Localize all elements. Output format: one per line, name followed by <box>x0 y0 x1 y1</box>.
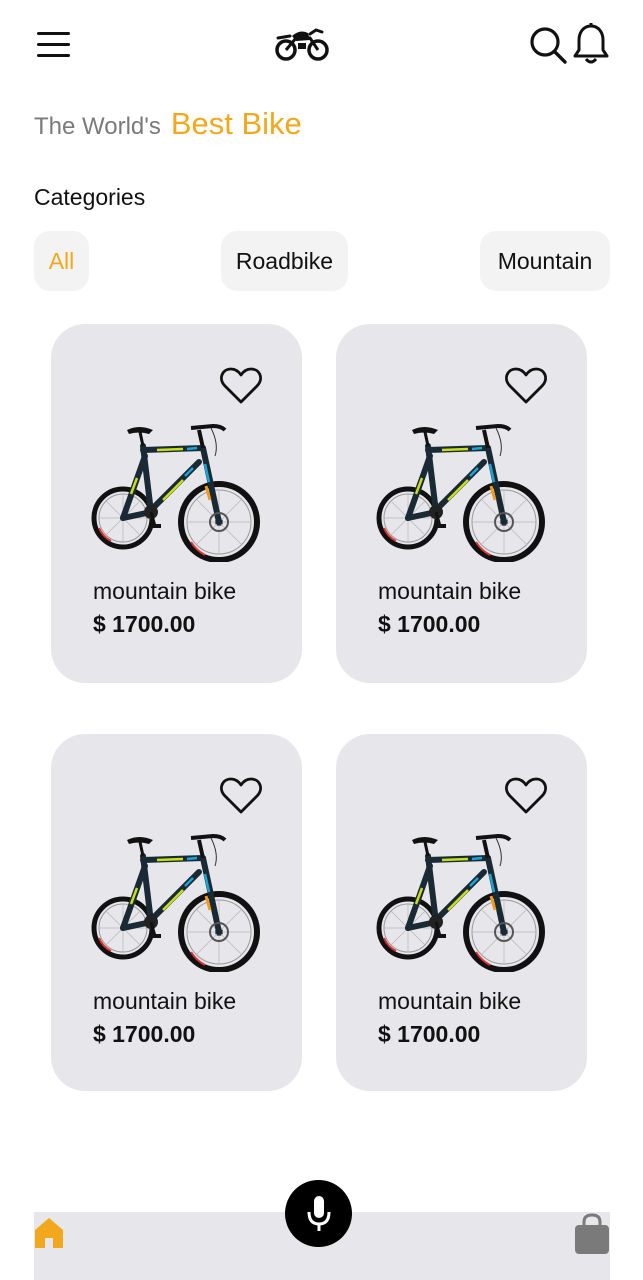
bike-image <box>376 420 548 562</box>
headline: The World's Best Bike <box>34 106 302 150</box>
microphone-button[interactable] <box>285 1180 352 1247</box>
categories-title: Categories <box>34 184 146 210</box>
product-name: mountain bike <box>93 578 237 604</box>
bell-icon[interactable] <box>572 22 610 66</box>
product-price: $ 1700.00 <box>93 1021 196 1047</box>
product-name: mountain bike <box>378 988 522 1014</box>
top-app-bar <box>0 0 643 90</box>
product-name: mountain bike <box>378 578 522 604</box>
home-icon[interactable] <box>34 1216 64 1250</box>
heart-icon[interactable] <box>219 366 263 406</box>
heart-icon[interactable] <box>504 776 548 816</box>
category-chip-all[interactable]: All <box>34 231 89 291</box>
bike-image <box>91 830 263 972</box>
heart-icon[interactable] <box>219 776 263 816</box>
headline-highlight: Best Bike <box>170 106 302 141</box>
bike-image <box>91 420 263 562</box>
product-name: mountain bike <box>93 988 237 1014</box>
product-price: $ 1700.00 <box>93 611 196 637</box>
product-card[interactable]: mountain bike $ 1700.00 <box>336 324 587 683</box>
motorbike-logo-icon <box>274 24 330 64</box>
bike-image <box>376 830 548 972</box>
category-chip-roadbike[interactable]: Roadbike <box>221 231 348 291</box>
hamburger-menu-icon[interactable] <box>34 28 74 62</box>
shopping-bag-icon[interactable] <box>574 1212 610 1256</box>
product-card[interactable]: mountain bike $ 1700.00 <box>51 734 302 1091</box>
category-chip-mountain[interactable]: Mountain <box>480 231 610 291</box>
heart-icon[interactable] <box>504 366 548 406</box>
product-card[interactable]: mountain bike $ 1700.00 <box>336 734 587 1091</box>
search-icon[interactable] <box>528 24 568 66</box>
headline-prefix: The World's <box>34 113 161 140</box>
product-card[interactable]: mountain bike $ 1700.00 <box>51 324 302 683</box>
product-price: $ 1700.00 <box>378 1021 481 1047</box>
product-price: $ 1700.00 <box>378 611 481 637</box>
microphone-icon <box>307 1195 330 1231</box>
